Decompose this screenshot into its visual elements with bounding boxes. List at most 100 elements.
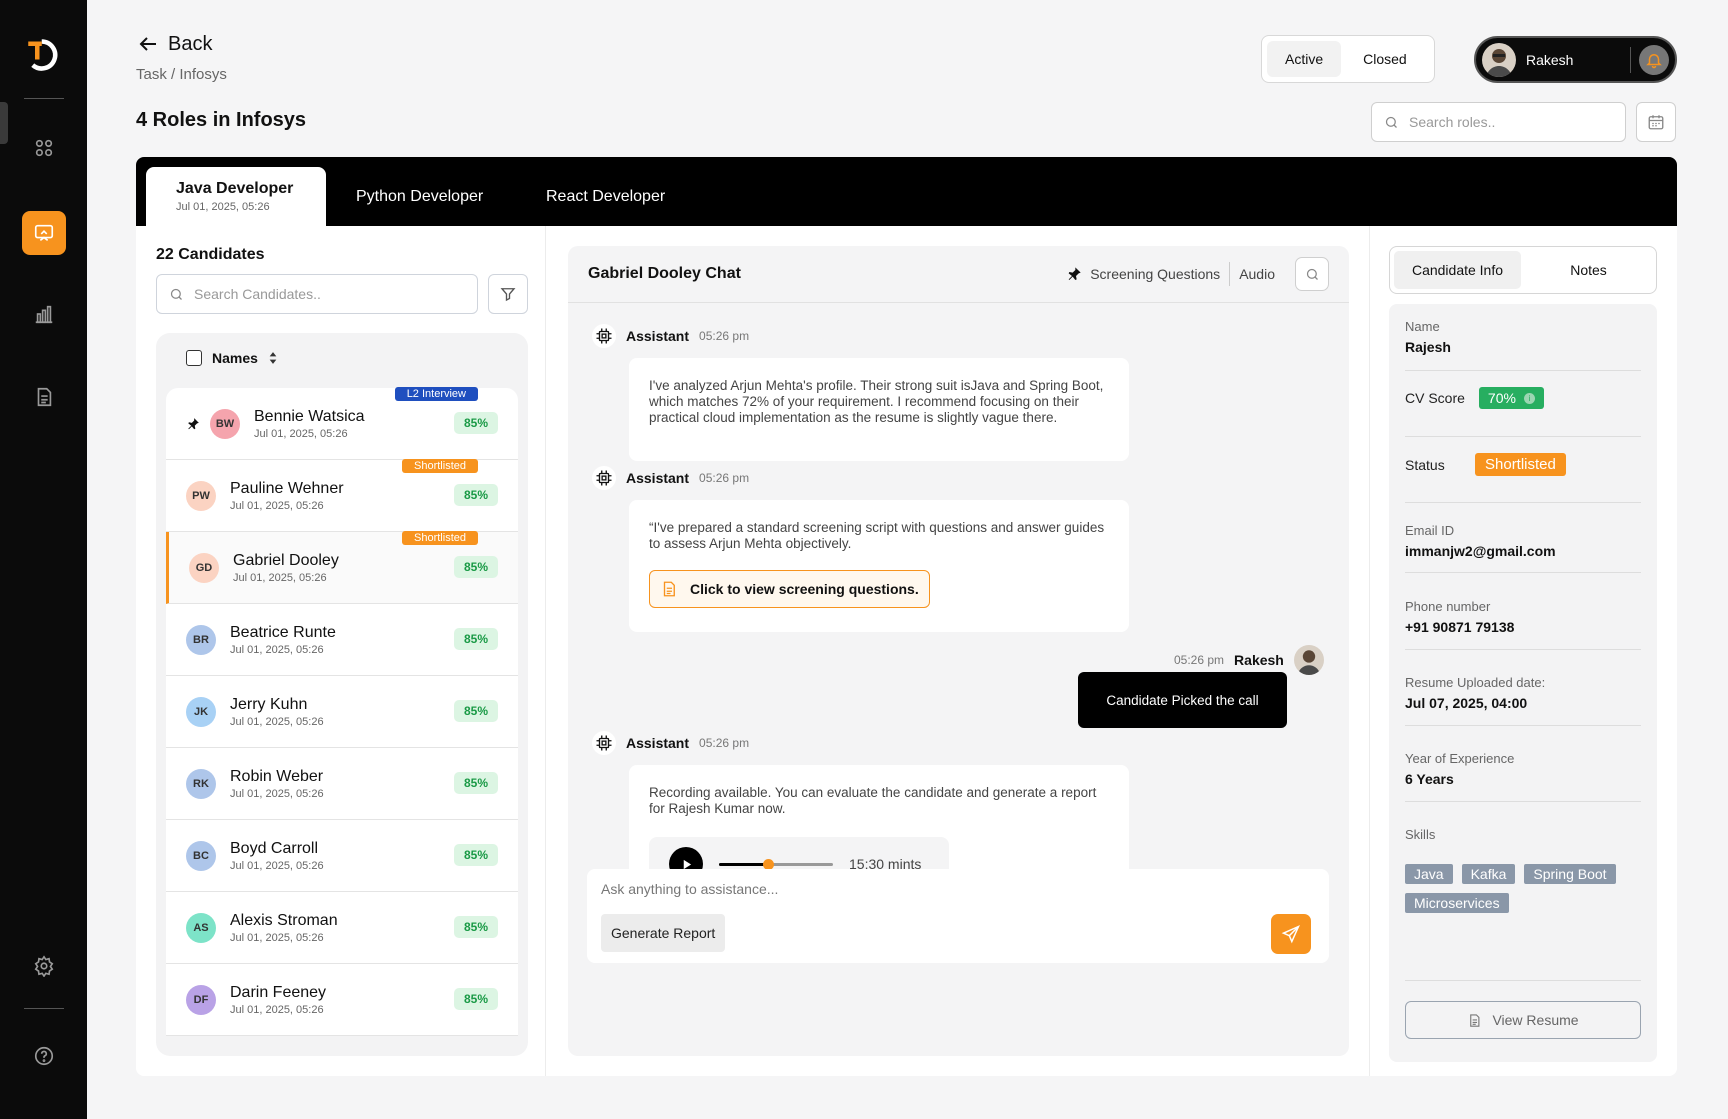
candidate-text: Alexis Stroman Jul 01, 2025, 05:26 bbox=[230, 912, 338, 944]
screening-button-label: Click to view screening questions. bbox=[690, 581, 919, 597]
chat-composer: Generate Report bbox=[587, 869, 1329, 963]
status-active-option[interactable]: Active bbox=[1267, 41, 1342, 77]
tab-java-developer[interactable]: Java Developer Jul 01, 2025, 05:26 bbox=[146, 167, 326, 226]
candidate-row[interactable]: DF Darin Feeney Jul 01, 2025, 05:26 85% bbox=[166, 964, 518, 1036]
calendar-icon bbox=[1648, 115, 1664, 130]
candidate-row[interactable]: RK Robin Weber Jul 01, 2025, 05:26 85% bbox=[166, 748, 518, 820]
info-icon[interactable]: i bbox=[1523, 392, 1535, 404]
skill-tag: Kafka bbox=[1461, 864, 1516, 884]
candidate-name: Pauline Wehner bbox=[230, 479, 344, 497]
logo-icon[interactable] bbox=[24, 35, 64, 75]
candidate-avatar: AS bbox=[186, 912, 216, 943]
tab-react-developer[interactable]: React Developer bbox=[516, 167, 695, 226]
help-icon[interactable] bbox=[24, 1036, 64, 1076]
divider bbox=[1405, 801, 1641, 802]
message-sender: Rakesh bbox=[1234, 652, 1284, 668]
candidate-row[interactable]: JK Jerry Kuhn Jul 01, 2025, 05:26 85% bbox=[166, 676, 518, 748]
divider bbox=[1405, 649, 1641, 650]
candidate-name: Darin Feeney bbox=[230, 983, 327, 1001]
names-header-label: Names bbox=[212, 350, 258, 366]
phone-field: Phone number +91 90871 79138 bbox=[1405, 599, 1641, 635]
candidate-score-badge: 85% bbox=[453, 772, 498, 794]
candidate-avatar: BC bbox=[186, 840, 216, 871]
user-menu[interactable]: Rakesh bbox=[1474, 36, 1677, 83]
filter-button[interactable] bbox=[488, 274, 528, 314]
sidebar-divider bbox=[24, 98, 64, 99]
candidate-score-badge: 85% bbox=[453, 412, 498, 434]
candidate-date: Jul 01, 2025, 05:26 bbox=[230, 787, 324, 800]
assistant-chip-icon bbox=[592, 324, 616, 348]
candidate-row[interactable]: PW Pauline Wehner Jul 01, 2025, 05:26 85% Sh… bbox=[166, 459, 518, 532]
search-roles-input[interactable] bbox=[1409, 114, 1599, 130]
candidate-row[interactable]: BW Bennie Watsica Jul 01, 2025, 05:26 85% L2… bbox=[166, 387, 518, 460]
roles-card: Java Developer Jul 01, 2025, 05:26 Pytho… bbox=[136, 157, 1677, 1076]
tab-label: Java Developer bbox=[176, 180, 294, 197]
candidate-avatar: GD bbox=[189, 552, 219, 583]
tab-candidate-info[interactable]: Candidate Info bbox=[1394, 251, 1521, 289]
info-tabs: Candidate Info Notes bbox=[1389, 246, 1657, 294]
field-label: Name bbox=[1405, 319, 1440, 334]
tab-notes[interactable]: Notes bbox=[1525, 251, 1652, 289]
chat-header: Gabriel Dooley Chat Screening Questions … bbox=[568, 246, 1349, 303]
view-resume-button[interactable]: View Resume bbox=[1405, 1001, 1641, 1039]
send-button[interactable] bbox=[1271, 914, 1311, 954]
candidate-avatar: BW bbox=[210, 408, 240, 439]
chat-panel: Gabriel Dooley Chat Screening Questions … bbox=[568, 246, 1349, 1056]
screening-questions-link[interactable]: Screening Questions bbox=[1066, 266, 1220, 282]
candidates-panel: 22 Candidates Names BW Bennie Watsica Jul … bbox=[136, 226, 546, 1076]
send-icon bbox=[1281, 925, 1300, 944]
candidate-name: Robin Weber bbox=[230, 767, 324, 785]
candidate-row[interactable]: AS Alexis Stroman Jul 01, 2025, 05:26 85% bbox=[166, 892, 518, 964]
field-label: Email ID bbox=[1405, 523, 1455, 538]
chat-search-button[interactable] bbox=[1295, 257, 1329, 291]
status-closed-option[interactable]: Closed bbox=[1345, 41, 1425, 77]
candidate-date: Jul 01, 2025, 05:26 bbox=[254, 427, 348, 440]
sidebar-collapse-handle[interactable] bbox=[0, 102, 8, 144]
candidate-name: Boyd Carroll bbox=[230, 839, 319, 857]
candidate-row[interactable]: BC Boyd Carroll Jul 01, 2025, 05:26 85% bbox=[166, 820, 518, 892]
select-all-checkbox[interactable] bbox=[186, 350, 202, 366]
settings-icon[interactable] bbox=[24, 946, 64, 986]
user-message-bubble: Candidate Picked the call bbox=[1078, 672, 1287, 728]
document-icon[interactable] bbox=[24, 377, 64, 417]
message-sender: Assistant bbox=[626, 470, 690, 486]
message-sender: Assistant bbox=[626, 735, 690, 751]
arrow-left-icon bbox=[139, 37, 156, 51]
bar-chart-icon[interactable] bbox=[24, 294, 64, 334]
generate-report-button[interactable]: Generate Report bbox=[601, 914, 726, 952]
candidate-stage-tag: Shortlisted bbox=[402, 459, 478, 473]
names-header[interactable]: Names bbox=[186, 350, 278, 366]
pin-icon bbox=[1068, 267, 1081, 280]
field-label: Phone number bbox=[1405, 599, 1491, 614]
pin-icon[interactable] bbox=[186, 417, 200, 431]
audio-progress-handle[interactable] bbox=[763, 858, 775, 870]
document-icon bbox=[663, 581, 675, 597]
back-button[interactable]: Back bbox=[136, 32, 212, 56]
calendar-button[interactable] bbox=[1636, 102, 1676, 142]
audio-progress-slider[interactable] bbox=[719, 858, 833, 870]
sort-icon[interactable] bbox=[268, 351, 278, 365]
tab-python-developer[interactable]: Python Developer bbox=[326, 167, 513, 226]
candidate-row[interactable]: GD Gabriel Dooley Jul 01, 2025, 05:26 85% Sh… bbox=[166, 531, 518, 604]
resume-date-field: Resume Uploaded date: Jul 07, 2025, 04:0… bbox=[1405, 675, 1641, 711]
search-icon bbox=[170, 288, 182, 300]
grid-icon[interactable] bbox=[24, 128, 64, 168]
audio-link[interactable]: Audio bbox=[1239, 266, 1275, 282]
divider bbox=[1405, 370, 1641, 371]
candidate-row[interactable]: BR Beatrice Runte Jul 01, 2025, 05:26 85% bbox=[166, 604, 518, 676]
chat-input[interactable] bbox=[601, 879, 1201, 899]
presentation-icon[interactable] bbox=[22, 211, 66, 255]
candidate-name: Gabriel Dooley bbox=[233, 551, 339, 569]
bell-icon[interactable] bbox=[1639, 44, 1669, 75]
field-label: CV Score bbox=[1405, 390, 1465, 406]
divider bbox=[1630, 46, 1631, 73]
candidate-search-input[interactable] bbox=[194, 286, 454, 302]
email-field: Email ID immanjw2@gmail.com bbox=[1405, 523, 1641, 559]
view-screening-questions-button[interactable]: Click to view screening questions. bbox=[649, 570, 930, 608]
field-value: +91 90871 79138 bbox=[1405, 619, 1515, 635]
field-value: immanjw2@gmail.com bbox=[1405, 543, 1556, 559]
user-name: Rakesh bbox=[1526, 51, 1574, 68]
candidate-avatar: DF bbox=[186, 984, 216, 1015]
candidate-score-badge: 85% bbox=[453, 484, 498, 506]
skills-field: Skills bbox=[1405, 827, 1641, 842]
